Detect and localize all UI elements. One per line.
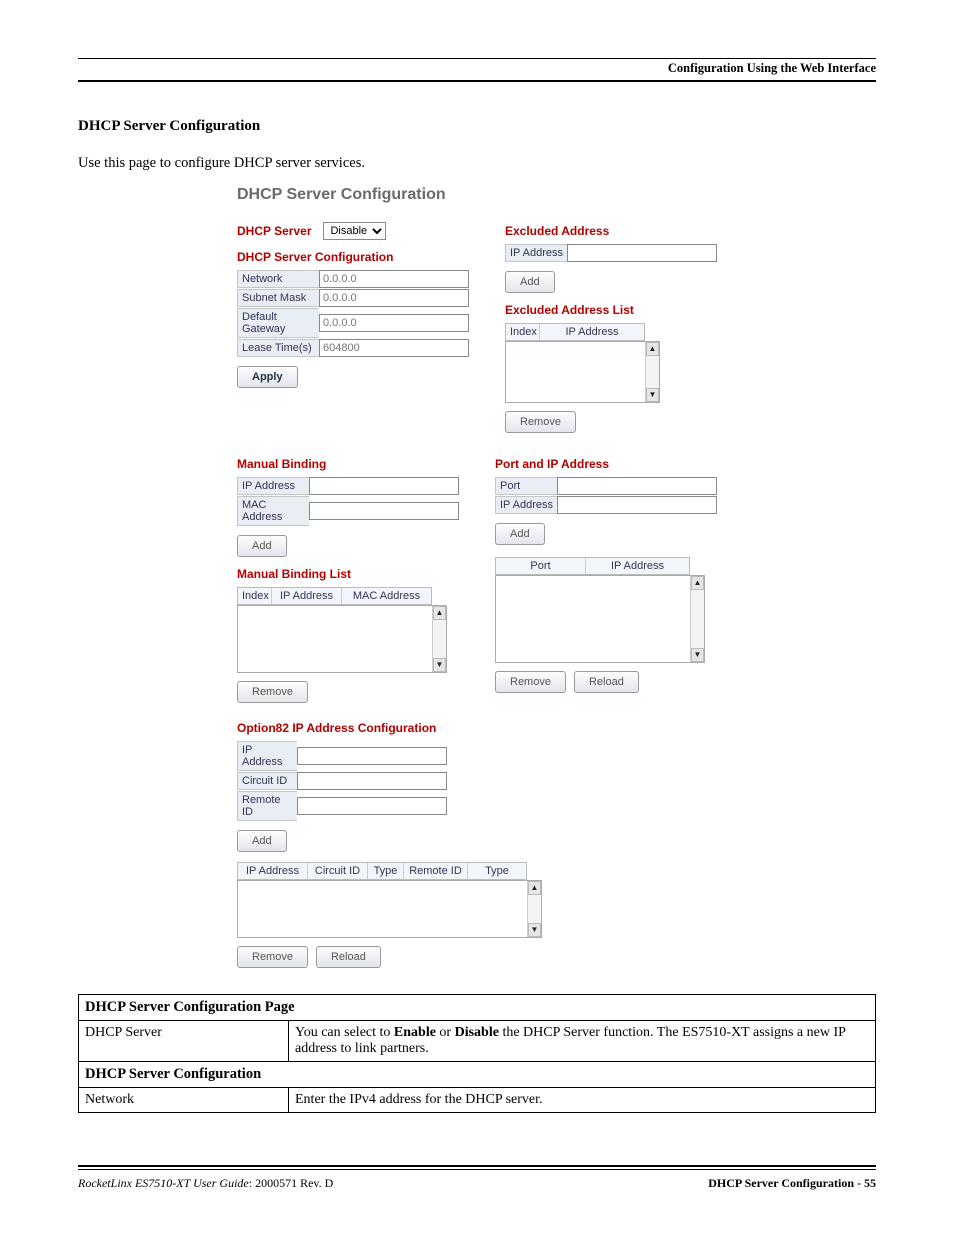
mb-listbox[interactable]: ▲ ▼	[237, 605, 447, 673]
o82-remote-input[interactable]	[297, 797, 447, 815]
mb-th-mac: MAC Address	[342, 588, 431, 604]
row-dhcp-server-label: DHCP Server	[79, 1021, 289, 1062]
mb-th-ip: IP Address	[272, 588, 342, 604]
o82-th-ip: IP Address	[238, 863, 308, 879]
pi-port-label: Port	[495, 477, 557, 495]
mb-mac-label: MAC Address	[237, 496, 309, 526]
excluded-ip-label: IP Address	[505, 244, 567, 262]
mb-add-button[interactable]: Add	[237, 535, 287, 557]
scroll-up-icon[interactable]: ▲	[691, 576, 704, 590]
gateway-input[interactable]	[319, 314, 469, 332]
row-dhcp-server-desc: You can select to Enable or Disable the …	[289, 1021, 876, 1062]
dhcp-server-label: DHCP Server	[237, 224, 311, 238]
o82-listbox[interactable]: ▲ ▼	[237, 880, 542, 938]
pi-ip-input[interactable]	[557, 496, 717, 514]
subnet-input[interactable]	[319, 289, 469, 307]
o82-ip-label: IP Address	[237, 741, 297, 771]
pi-listbox[interactable]: ▲ ▼	[495, 575, 705, 663]
excl-th-index: Index	[506, 324, 540, 340]
scroll-up-icon[interactable]: ▲	[646, 342, 659, 356]
section-title: DHCP Server Configuration	[78, 118, 876, 135]
table-title: DHCP Server Configuration Page	[79, 995, 876, 1021]
scroll-down-icon[interactable]: ▼	[433, 658, 446, 672]
footer-right: DHCP Server Configuration - 55	[708, 1176, 876, 1191]
table-subheader: DHCP Server Configuration	[79, 1062, 876, 1088]
network-input[interactable]	[319, 270, 469, 288]
o82-th-type2: Type	[468, 863, 526, 879]
doc-description-table: DHCP Server Configuration Page DHCP Serv…	[78, 994, 876, 1113]
footer-left-title: RocketLinx ES7510-XT User Guide	[78, 1176, 249, 1190]
excluded-heading: Excluded Address	[505, 224, 717, 238]
o82-circuit-label: Circuit ID	[237, 772, 297, 790]
o82-reload-button[interactable]: Reload	[316, 946, 381, 968]
scroll-down-icon[interactable]: ▼	[691, 648, 704, 662]
excluded-list-heading: Excluded Address List	[505, 303, 717, 317]
manual-list-heading: Manual Binding List	[237, 567, 459, 581]
option82-heading: Option82 IP Address Configuration	[237, 721, 717, 735]
manual-binding-heading: Manual Binding	[237, 457, 459, 471]
pi-add-button[interactable]: Add	[495, 523, 545, 545]
pi-th-ip: IP Address	[586, 558, 689, 574]
server-config-heading: DHCP Server Configuration	[237, 250, 469, 264]
o82-th-circuit: Circuit ID	[308, 863, 368, 879]
scroll-up-icon[interactable]: ▲	[528, 881, 541, 895]
o82-circuit-input[interactable]	[297, 772, 447, 790]
gateway-label: Default Gateway	[237, 308, 319, 338]
apply-button[interactable]: Apply	[237, 366, 298, 388]
excl-th-ip: IP Address	[540, 324, 644, 340]
pi-port-input[interactable]	[557, 477, 717, 495]
mb-remove-button[interactable]: Remove	[237, 681, 308, 703]
dhcp-config-panel: DHCP Server Configuration DHCP Server Di…	[237, 186, 717, 968]
row-network-label: Network	[79, 1088, 289, 1113]
mb-ip-label: IP Address	[237, 477, 309, 495]
pi-remove-button[interactable]: Remove	[495, 671, 566, 693]
excluded-ip-input[interactable]	[567, 244, 717, 262]
lease-label: Lease Time(s)	[237, 339, 319, 357]
page-header: Configuration Using the Web Interface	[78, 61, 876, 80]
row-network-desc: Enter the IPv4 address for the DHCP serv…	[289, 1088, 876, 1113]
o82-remote-label: Remote ID	[237, 791, 297, 821]
excluded-remove-button[interactable]: Remove	[505, 411, 576, 433]
pi-ip-label: IP Address	[495, 496, 557, 514]
footer-left-rev: : 2000571 Rev. D	[249, 1176, 334, 1190]
mb-th-index: Index	[238, 588, 272, 604]
scroll-up-icon[interactable]: ▲	[433, 606, 446, 620]
pi-reload-button[interactable]: Reload	[574, 671, 639, 693]
mb-mac-input[interactable]	[309, 502, 459, 520]
dhcp-server-select[interactable]: Disable	[323, 222, 386, 240]
scroll-down-icon[interactable]: ▼	[528, 923, 541, 937]
page-footer: RocketLinx ES7510-XT User Guide: 2000571…	[78, 1165, 876, 1191]
port-ip-heading: Port and IP Address	[495, 457, 717, 471]
intro-text: Use this page to configure DHCP server s…	[78, 155, 876, 172]
network-label: Network	[237, 270, 319, 288]
panel-title: DHCP Server Configuration	[237, 186, 717, 204]
scroll-down-icon[interactable]: ▼	[646, 388, 659, 402]
o82-remove-button[interactable]: Remove	[237, 946, 308, 968]
o82-add-button[interactable]: Add	[237, 830, 287, 852]
subnet-label: Subnet Mask	[237, 289, 319, 307]
mb-ip-input[interactable]	[309, 477, 459, 495]
excluded-add-button[interactable]: Add	[505, 271, 555, 293]
o82-th-remote: Remote ID	[404, 863, 468, 879]
o82-ip-input[interactable]	[297, 747, 447, 765]
lease-input[interactable]	[319, 339, 469, 357]
o82-th-type1: Type	[368, 863, 404, 879]
pi-th-port: Port	[496, 558, 586, 574]
excluded-listbox[interactable]: ▲ ▼	[505, 341, 660, 403]
